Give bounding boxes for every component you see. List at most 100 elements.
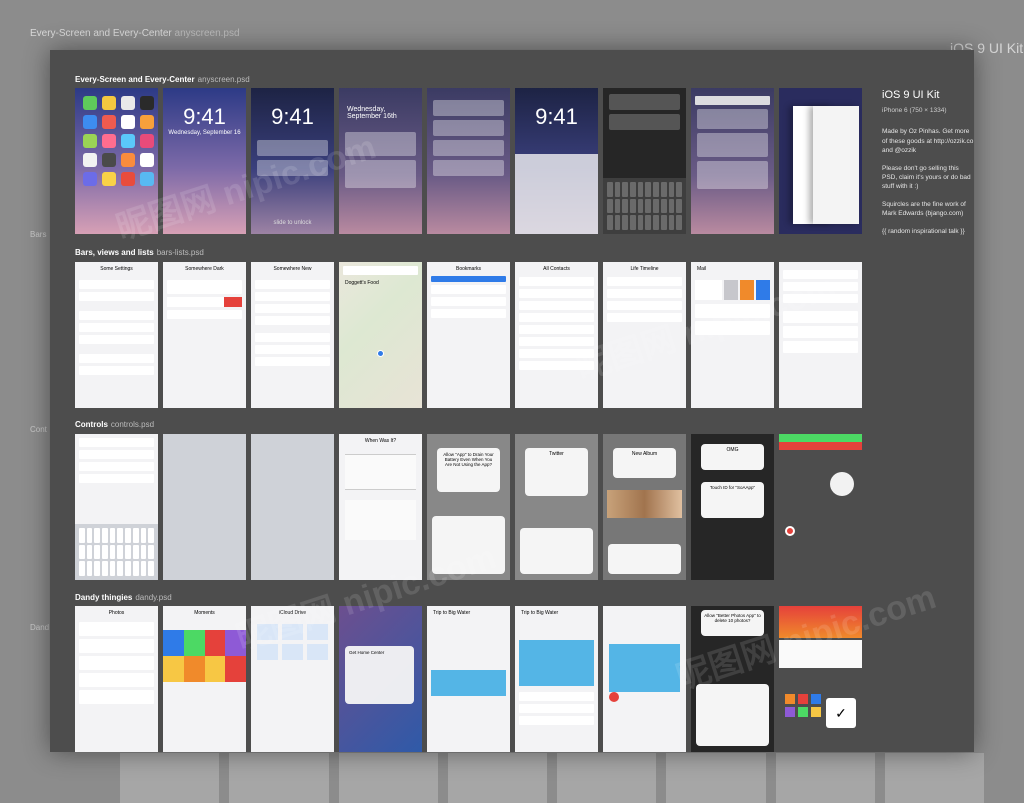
nc-item[interactable] [433, 140, 504, 156]
form-field[interactable] [255, 357, 330, 366]
home-screen[interactable] [75, 88, 158, 234]
album-row[interactable] [79, 690, 154, 704]
numpad-light[interactable] [163, 434, 246, 580]
action-sheet[interactable] [696, 684, 769, 746]
list-row[interactable] [519, 313, 594, 322]
list-row[interactable] [79, 335, 154, 344]
list-row[interactable] [519, 289, 594, 298]
share-sheet[interactable] [432, 516, 505, 574]
switcher-card[interactable] [813, 106, 859, 224]
swipe-actions-screen[interactable]: Somewhere Dark [163, 262, 246, 408]
search-result[interactable] [697, 161, 768, 189]
moments-screen[interactable]: Moments [163, 606, 246, 752]
list-row[interactable] [79, 462, 154, 471]
alert-screen[interactable]: Allow "App" to Drain Your Battery Even W… [427, 434, 510, 580]
nc-item[interactable] [433, 100, 504, 116]
quick-reply-dark[interactable] [603, 88, 686, 234]
nc-item[interactable] [433, 160, 504, 176]
list-row[interactable] [79, 366, 154, 375]
list-row[interactable] [431, 285, 506, 294]
pop-action[interactable] [519, 692, 594, 701]
toggle-knob[interactable] [830, 472, 854, 496]
photos-albums-screen[interactable]: Photos [75, 606, 158, 752]
weather-widget[interactable] [779, 606, 862, 638]
app-switcher[interactable] [779, 88, 862, 234]
mail-row[interactable] [695, 304, 770, 318]
compose-screen[interactable]: Twitter [515, 434, 598, 580]
pop-action[interactable] [519, 716, 594, 725]
alert-dialog[interactable]: Allow "App" to Drain Your Battery Even W… [437, 448, 500, 492]
date-picker[interactable] [345, 454, 416, 490]
control-center-panel[interactable] [515, 154, 598, 234]
peek-screen[interactable]: Trip to Big Water [427, 606, 510, 752]
list-row[interactable] [79, 292, 154, 301]
notification-banner[interactable] [257, 160, 328, 176]
timeline-screen[interactable]: Life Timeline [603, 262, 686, 408]
trash-icon[interactable] [609, 692, 619, 702]
date-picker-screen[interactable]: When Was It? [339, 434, 422, 580]
touch-id-alert[interactable]: Touch ID for "SoAApp" [701, 482, 764, 518]
pop-action[interactable] [519, 704, 594, 713]
lock-screen-notification[interactable]: 9:41 slide to unlock [251, 88, 334, 234]
control-center[interactable]: 9:41 [515, 88, 598, 234]
list-row[interactable] [167, 280, 242, 294]
map-screen[interactable]: Doggett's Food [339, 262, 422, 408]
list-row[interactable] [79, 474, 154, 483]
list-row[interactable] [607, 289, 682, 298]
form-field[interactable] [255, 333, 330, 342]
lock-screen[interactable]: 9:41 Wednesday, September 16 [163, 88, 246, 234]
new-album-alert[interactable]: New Album [613, 448, 676, 478]
trash-swipe-screen[interactable] [603, 606, 686, 752]
list-row[interactable] [519, 277, 594, 286]
avatar-row[interactable] [783, 341, 858, 353]
list-widget[interactable] [779, 640, 862, 668]
quick-actions-menu[interactable]: Get Home Center [345, 646, 414, 704]
form-screen[interactable]: Somewhere New [251, 262, 334, 408]
list-row[interactable] [79, 311, 154, 320]
color-swatches[interactable] [785, 694, 821, 717]
notification-center[interactable]: Wednesday, September 16th [339, 88, 422, 234]
delete-photos-screen[interactable]: Allow "Better Photos App" to delete 10 p… [691, 606, 774, 752]
icloud-drive-screen[interactable]: iCloud Drive [251, 606, 334, 752]
dark-keyboard[interactable] [603, 178, 686, 234]
form-field[interactable] [255, 345, 330, 354]
spotlight-search[interactable] [691, 88, 774, 234]
compose-sheet[interactable]: Twitter [525, 448, 588, 496]
record-button[interactable] [785, 526, 795, 536]
album-row[interactable] [79, 622, 154, 636]
action-sheet[interactable] [520, 528, 593, 574]
form-field[interactable] [255, 280, 330, 289]
mail-row[interactable] [695, 321, 770, 335]
numpad-phone[interactable] [251, 434, 334, 580]
pop-screen[interactable]: Trip to Big Water [515, 606, 598, 752]
list-row[interactable] [519, 337, 594, 346]
list-row[interactable] [783, 270, 858, 279]
map-search-bar[interactable] [343, 266, 418, 275]
search-result[interactable] [697, 109, 768, 129]
notification-list[interactable] [427, 88, 510, 234]
mail-screen[interactable]: Mail [691, 262, 774, 408]
album-row[interactable] [79, 639, 154, 653]
form-field[interactable] [255, 292, 330, 301]
list-row[interactable] [783, 294, 858, 303]
avatar-row[interactable] [783, 326, 858, 338]
file-grid[interactable] [251, 616, 334, 668]
picker-wheel[interactable] [345, 500, 416, 540]
controls-misc[interactable] [779, 434, 862, 580]
list-row[interactable] [783, 282, 858, 291]
swipe-row[interactable] [167, 297, 242, 307]
list-row[interactable] [79, 354, 154, 363]
list-row[interactable] [519, 325, 594, 334]
bookmarks-screen[interactable]: Bookmarks [427, 262, 510, 408]
mail-swipe-actions[interactable] [695, 280, 770, 300]
slide-to-unlock[interactable]: slide to unlock [251, 220, 334, 226]
avatar-row[interactable] [783, 311, 858, 323]
action-sheet[interactable] [608, 544, 681, 574]
widgets-screen[interactable]: ✓ [779, 606, 862, 752]
search-suggestions-screen[interactable] [75, 434, 158, 580]
list-row[interactable] [431, 309, 506, 318]
list-row[interactable] [79, 450, 154, 459]
form-field[interactable] [255, 316, 330, 325]
list-row[interactable] [167, 310, 242, 319]
keyboard[interactable] [75, 524, 158, 580]
